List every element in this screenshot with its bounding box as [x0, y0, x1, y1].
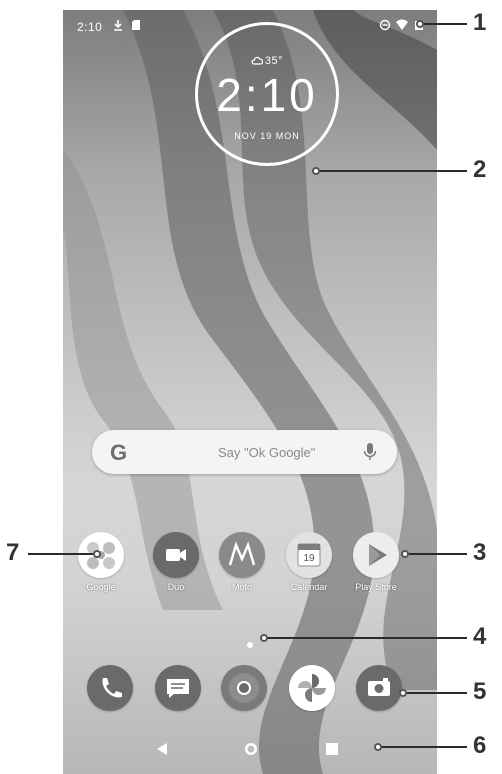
chrome-icon[interactable]	[221, 665, 267, 711]
google-search-bar[interactable]: G Say "Ok Google"	[92, 430, 397, 474]
callout-line-7	[28, 553, 98, 555]
app-duo[interactable]: Duo	[146, 532, 206, 592]
page-indicator[interactable]	[247, 642, 253, 648]
callout-4: 4	[473, 623, 487, 650]
callout-3: 3	[473, 539, 487, 566]
callout-marker-5	[399, 689, 407, 697]
duo-icon	[153, 532, 199, 578]
app-label: Google	[86, 582, 116, 592]
callout-6: 6	[473, 732, 487, 759]
messages-icon[interactable]	[155, 665, 201, 711]
figure: 2:10 35° 2:10 NOV 19 MON G Say "Ok Googl…	[0, 0, 502, 774]
sd-card-icon	[132, 20, 140, 30]
callout-marker-2	[312, 167, 320, 175]
moto-icon	[219, 532, 265, 578]
recents-button[interactable]	[314, 734, 350, 764]
back-icon	[157, 743, 167, 755]
callout-marker-7	[93, 550, 101, 558]
download-icon	[114, 20, 122, 31]
app-play-store[interactable]: Play Store	[346, 532, 406, 592]
recents-icon	[326, 743, 338, 755]
callout-line-2	[317, 170, 467, 172]
callout-2: 2	[473, 156, 487, 183]
app-google[interactable]: Google	[71, 532, 131, 592]
search-hint: Say "Ok Google"	[218, 445, 316, 460]
callout-1: 1	[473, 9, 487, 36]
app-calendar[interactable]: 19 Calendar	[279, 532, 339, 592]
google-logo-icon: G	[110, 440, 128, 465]
wifi-icon	[396, 19, 408, 30]
app-moto[interactable]: Moto	[212, 532, 272, 592]
callout-7: 7	[6, 539, 20, 566]
callout-line-5	[404, 692, 467, 694]
callout-marker-3	[401, 550, 409, 558]
callout-line-4	[265, 637, 467, 639]
weather-temp: 35°	[264, 55, 284, 67]
app-label: Moto	[231, 582, 252, 592]
weather-readout: 35°	[198, 55, 336, 67]
google-folder-icon	[78, 532, 124, 578]
callout-line-6	[379, 746, 467, 748]
photos-icon[interactable]	[289, 665, 335, 711]
clock-date: NOV 19 MON	[234, 131, 300, 141]
mic-icon[interactable]	[363, 443, 377, 461]
callout-5: 5	[473, 678, 487, 705]
callout-marker-4	[260, 634, 268, 642]
clock-time: 2:10	[216, 69, 318, 121]
status-time: 2:10	[77, 20, 103, 34]
calendar-badge: 19	[303, 553, 315, 564]
callout-marker-6	[374, 743, 382, 751]
do-not-disturb-icon	[379, 19, 391, 31]
clock-widget[interactable]: 35° 2:10 NOV 19 MON	[195, 22, 339, 166]
home-icon	[245, 743, 257, 755]
app-label: Calendar	[290, 582, 328, 592]
play-store-icon	[353, 532, 399, 578]
callout-line-1	[421, 23, 467, 25]
phone-icon[interactable]	[87, 665, 133, 711]
camera-icon[interactable]	[356, 665, 402, 711]
phone-screen: 2:10 35° 2:10 NOV 19 MON G Say "Ok Googl…	[63, 10, 437, 774]
navigation-bar	[63, 728, 437, 774]
callout-line-3	[406, 553, 467, 555]
back-button[interactable]	[145, 734, 181, 764]
callout-marker-1	[416, 20, 424, 28]
cloud-icon	[251, 56, 263, 65]
calendar-icon: 19	[286, 532, 332, 578]
app-label: Play Store	[355, 582, 397, 592]
home-button[interactable]	[233, 734, 269, 764]
app-label: Duo	[167, 582, 185, 592]
